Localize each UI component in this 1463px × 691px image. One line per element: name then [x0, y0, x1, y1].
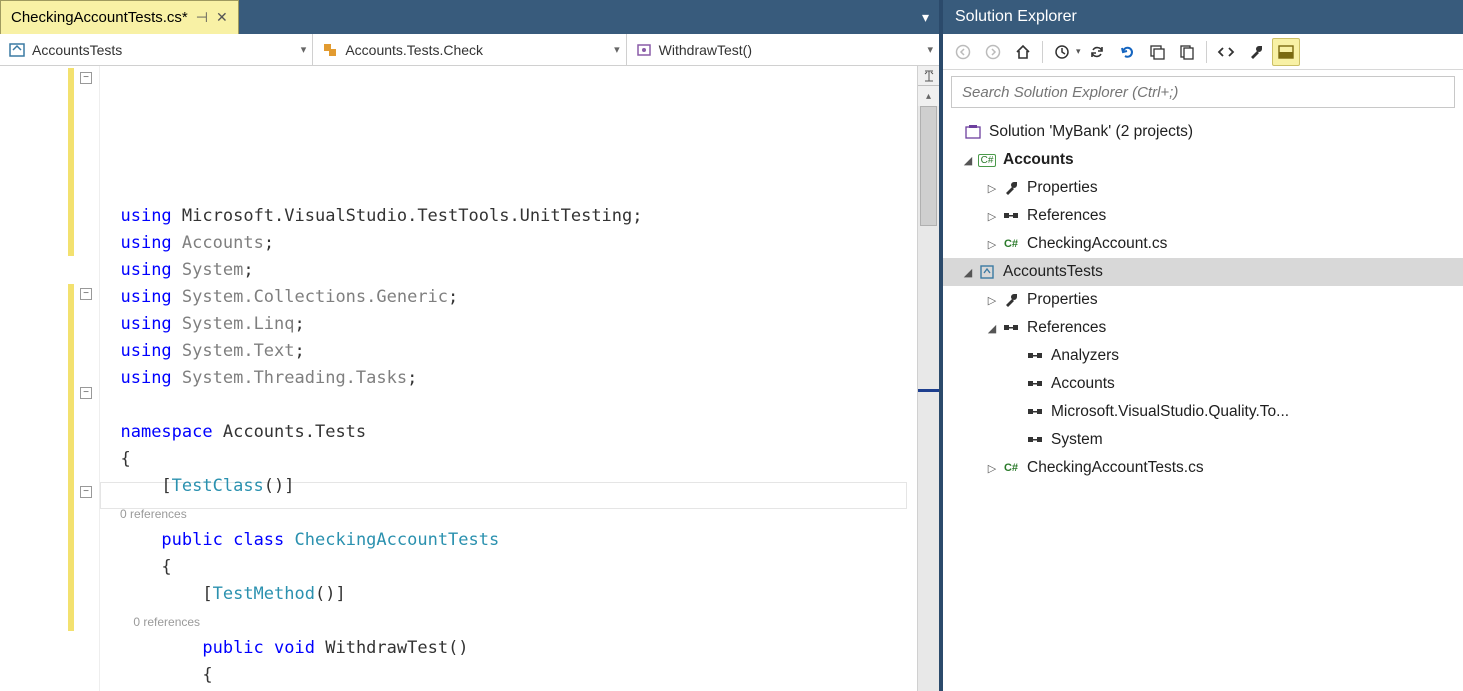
chevron-down-icon[interactable]: ▾ [1076, 46, 1081, 57]
node-label: Solution 'MyBank' (2 projects) [989, 123, 1193, 141]
node-label: CheckingAccount.cs [1027, 235, 1167, 253]
refresh-button[interactable] [1113, 38, 1141, 66]
member-dropdown[interactable]: WithdrawTest() ▾ [627, 34, 939, 65]
code-content: using Microsoft.VisualStudio.TestTools.U… [100, 66, 917, 691]
solution-search-input[interactable] [952, 77, 1454, 107]
sync-button[interactable] [1083, 38, 1111, 66]
solution-explorer: Solution Explorer ▾ Solution 'MyBank' (2… [943, 0, 1463, 691]
close-icon[interactable]: ✕ [216, 9, 228, 26]
collapse-toggle[interactable]: − [80, 486, 92, 498]
expander-open-icon[interactable]: ◢ [961, 153, 975, 167]
reference-item[interactable]: Analyzers [943, 342, 1463, 370]
project-node-accounts[interactable]: ◢ C# Accounts [943, 146, 1463, 174]
chevron-down-icon: ▾ [927, 43, 933, 56]
reference-icon [1025, 431, 1045, 449]
expander-open-icon[interactable]: ◢ [961, 265, 975, 279]
wrench-icon [1001, 179, 1021, 197]
expander-closed-icon[interactable]: ▷ [985, 293, 999, 307]
expander-closed-icon[interactable]: ▷ [985, 209, 999, 223]
node-label: System [1051, 431, 1103, 449]
expander-closed-icon[interactable]: ▷ [985, 461, 999, 475]
document-tabstrip: CheckingAccountTests.cs* ⊣ ✕ ▾ [0, 0, 939, 34]
references-node[interactable]: ◢ References [943, 314, 1463, 342]
vertical-scrollbar[interactable]: ▴ [917, 66, 939, 691]
member-label: WithdrawTest() [659, 42, 752, 58]
solution-tree[interactable]: Solution 'MyBank' (2 projects) ◢ C# Acco… [943, 114, 1463, 691]
solution-icon [963, 123, 983, 141]
collapse-toggle[interactable]: − [80, 288, 92, 300]
expander-closed-icon[interactable]: ▷ [985, 181, 999, 195]
wrench-icon [1001, 291, 1021, 309]
back-button[interactable] [949, 38, 977, 66]
chevron-down-icon: ▾ [301, 43, 307, 56]
references-node[interactable]: ▷ References [943, 202, 1463, 230]
node-label: AccountsTests [1003, 263, 1103, 281]
expander-open-icon[interactable]: ◢ [985, 321, 999, 335]
panel-title: Solution Explorer [943, 0, 1463, 34]
scope-dropdown[interactable]: AccountsTests ▾ [0, 34, 313, 65]
node-label: CheckingAccountTests.cs [1027, 459, 1204, 477]
csharp-file-icon: C# [1001, 459, 1021, 477]
show-all-files-button[interactable] [1173, 38, 1201, 66]
node-label: Accounts [1051, 375, 1115, 393]
active-files-dropdown[interactable]: ▾ [922, 9, 929, 26]
scroll-up-button[interactable]: ▴ [918, 86, 939, 106]
scroll-thumb[interactable] [920, 106, 937, 226]
solution-toolbar: ▾ [943, 34, 1463, 70]
view-code-button[interactable] [1212, 38, 1240, 66]
split-editor-button[interactable] [918, 66, 939, 86]
pin-icon[interactable]: ⊣ [196, 9, 208, 26]
reference-item[interactable]: Microsoft.VisualStudio.Quality.To... [943, 398, 1463, 426]
home-button[interactable] [1009, 38, 1037, 66]
csharp-project-icon: C# [977, 151, 997, 169]
properties-node[interactable]: ▷ Properties [943, 174, 1463, 202]
project-node-tests[interactable]: ◢ AccountsTests [943, 258, 1463, 286]
editor-pane: CheckingAccountTests.cs* ⊣ ✕ ▾ AccountsT… [0, 0, 943, 691]
file-node[interactable]: ▷ C# CheckingAccountTests.cs [943, 454, 1463, 482]
method-icon [635, 41, 653, 59]
project-icon [8, 41, 26, 59]
node-label: Properties [1027, 291, 1098, 309]
reference-icon [1025, 403, 1045, 421]
collapse-toggle[interactable]: − [80, 387, 92, 399]
collapse-toggle[interactable]: − [80, 72, 92, 84]
change-gutter [66, 66, 74, 691]
references-icon [1001, 207, 1021, 225]
scroll-track[interactable] [918, 106, 939, 691]
preview-selected-button[interactable] [1272, 38, 1300, 66]
references-icon [1001, 319, 1021, 337]
reference-item[interactable]: Accounts [943, 370, 1463, 398]
node-label: Properties [1027, 179, 1098, 197]
reference-item[interactable]: System [943, 426, 1463, 454]
code-nav-bar: AccountsTests ▾ Accounts.Tests.Check ▾ W… [0, 34, 939, 66]
node-label: References [1027, 207, 1106, 225]
document-tab[interactable]: CheckingAccountTests.cs* ⊣ ✕ [0, 0, 239, 34]
chevron-down-icon: ▾ [614, 43, 620, 56]
type-label: Accounts.Tests.Check [345, 42, 483, 58]
outlining-margin: − − − − [74, 66, 100, 691]
node-label: Analyzers [1051, 347, 1119, 365]
scope-label: AccountsTests [32, 42, 122, 58]
node-label: Accounts [1003, 151, 1074, 169]
pending-changes-filter[interactable] [1048, 38, 1076, 66]
class-icon [321, 41, 339, 59]
properties-button[interactable] [1242, 38, 1270, 66]
node-label: References [1027, 319, 1106, 337]
test-project-icon [977, 263, 997, 281]
solution-search[interactable] [951, 76, 1455, 108]
reference-icon [1025, 347, 1045, 365]
properties-node[interactable]: ▷ Properties [943, 286, 1463, 314]
node-label: Microsoft.VisualStudio.Quality.To... [1051, 403, 1289, 421]
code-editor[interactable]: − − − − using Microsoft.VisualStudio.Tes… [0, 66, 939, 691]
solution-node[interactable]: Solution 'MyBank' (2 projects) [943, 118, 1463, 146]
forward-button[interactable] [979, 38, 1007, 66]
csharp-file-icon: C# [1001, 235, 1021, 253]
type-dropdown[interactable]: Accounts.Tests.Check ▾ [313, 34, 626, 65]
collapse-all-button[interactable] [1143, 38, 1171, 66]
tab-title: CheckingAccountTests.cs* [11, 9, 188, 26]
expander-closed-icon[interactable]: ▷ [985, 237, 999, 251]
margin-indicator [0, 66, 66, 691]
file-node[interactable]: ▷ C# CheckingAccount.cs [943, 230, 1463, 258]
reference-icon [1025, 375, 1045, 393]
